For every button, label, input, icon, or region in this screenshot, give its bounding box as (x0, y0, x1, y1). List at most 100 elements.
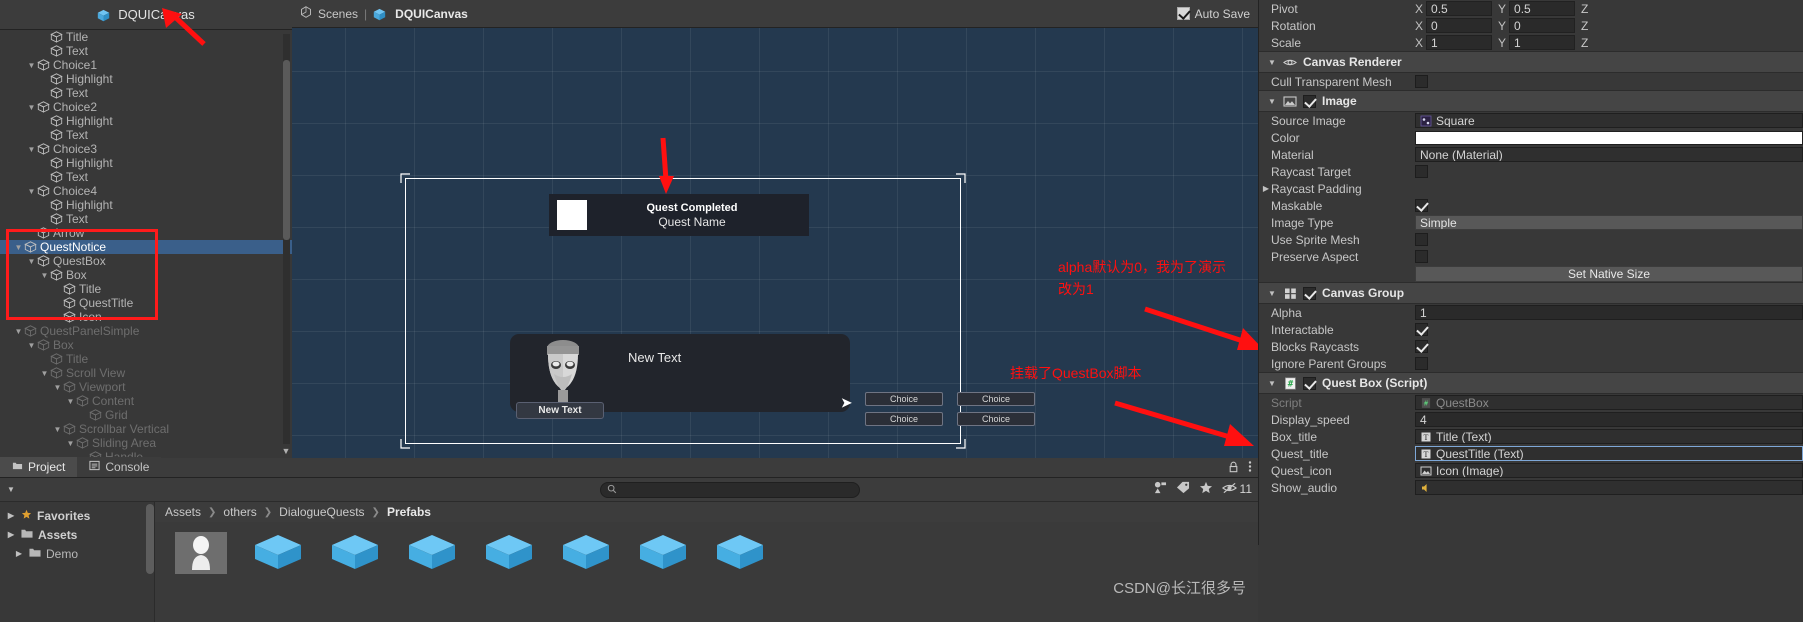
hierarchy-item-box[interactable]: ▼ Box (0, 268, 292, 282)
canvas-group-enabled-checkbox[interactable] (1303, 286, 1316, 300)
hierarchy-item-text[interactable]: Text (0, 86, 292, 100)
inspector-row-quest-title-object-field[interactable]: T QuestTitle (Text) (1415, 446, 1803, 461)
hierarchy-item-text[interactable]: Text (0, 128, 292, 142)
asset-item[interactable] (635, 532, 690, 574)
inspector-row-cull-transparent-mesh-checkbox[interactable] (1415, 75, 1428, 88)
foldout-open-icon[interactable]: ▼ (26, 145, 37, 154)
inspector-row-raycast-target-checkbox[interactable] (1415, 165, 1428, 178)
transform-scale-y-input[interactable]: 1 (1509, 35, 1576, 50)
hierarchy-item-questpanelsimple[interactable]: ▼ QuestPanelSimple (0, 324, 292, 338)
hierarchy-tree[interactable]: Title Text ▼ Choice1 Highlight Text ▼ Choi… (0, 30, 292, 458)
more-options-icon[interactable] (1248, 460, 1252, 476)
transform-pivot-x-input[interactable]: 0.5 (1426, 1, 1493, 16)
inspector-row-image-type-dropdown[interactable]: Simple (1415, 215, 1803, 230)
demo-foldout-icon[interactable]: ▶ (14, 549, 24, 558)
hierarchy-item-questtitle[interactable]: QuestTitle (0, 296, 292, 310)
hierarchy-item-text[interactable]: Text (0, 170, 292, 184)
hierarchy-item-title[interactable]: Title (0, 352, 292, 366)
inspector-row-maskable-checkbox[interactable] (1415, 199, 1428, 212)
inspector-row-quest-icon-object-field[interactable]: Icon (Image) (1415, 463, 1803, 478)
inspector-row-raycast-padding-foldout-icon[interactable]: ▶ (1261, 184, 1271, 193)
hierarchy-item-scrollbar-vertical[interactable]: ▼ Scrollbar Vertical (0, 422, 292, 436)
inspector-row-blocks-raycasts-checkbox[interactable] (1415, 340, 1428, 353)
breadcrumb-canvas[interactable]: DQUICanvas (395, 7, 468, 21)
favorites-foldout-icon[interactable]: ▶ (6, 511, 16, 520)
rect-handle-br[interactable] (955, 438, 966, 449)
foldout-open-icon[interactable]: ▼ (39, 271, 50, 280)
hierarchy-item-title[interactable]: Title (0, 30, 292, 44)
field-y[interactable]: Y 0.5 (1498, 1, 1576, 16)
inspector-row-show-audio-object-field[interactable] (1415, 480, 1803, 495)
assets-foldout-icon[interactable]: ▶ (6, 530, 16, 539)
tab-console[interactable]: Console (77, 457, 162, 477)
project-foldout-icon[interactable]: ▼ (6, 485, 16, 494)
dialogue-box[interactable]: New Text New Text ➤ Choice Choice Choice… (510, 334, 1035, 426)
asset-item[interactable] (327, 532, 382, 574)
rect-handle-bl[interactable] (400, 438, 411, 449)
hierarchy-item-box[interactable]: ▼ Box (0, 338, 292, 352)
inspector-row-use-sprite-mesh-checkbox[interactable] (1415, 233, 1428, 246)
asset-item[interactable] (558, 532, 613, 574)
hierarchy-item-questbox[interactable]: ▼ QuestBox (0, 254, 292, 268)
hierarchy-item-highlight[interactable]: Highlight (0, 156, 292, 170)
component-header-canvas-group[interactable]: ▼ Canvas Group (1259, 282, 1803, 304)
hierarchy-item-highlight[interactable]: Highlight (0, 198, 292, 212)
hierarchy-item-highlight[interactable]: Highlight (0, 72, 292, 86)
field-x[interactable]: X 0.5 (1415, 1, 1493, 16)
inspector-row-display-speed-input[interactable]: 4 (1415, 412, 1803, 427)
tab-project[interactable]: Project (0, 457, 78, 477)
image-foldout-icon[interactable]: ▼ (1267, 97, 1277, 106)
foldout-open-icon[interactable]: ▼ (26, 61, 37, 70)
inspector-row-script-object-field[interactable]: # QuestBox (1415, 395, 1803, 410)
hierarchy-item-choice1[interactable]: ▼ Choice1 (0, 58, 292, 72)
breadcrumb-scenes[interactable]: Scenes (318, 7, 358, 21)
foldout-open-icon[interactable]: ▼ (52, 425, 63, 434)
inspector-row-interactable-checkbox[interactable] (1415, 323, 1428, 336)
foldout-open-icon[interactable]: ▼ (26, 257, 37, 266)
breadcrumb-assets[interactable]: Assets (165, 505, 201, 519)
hierarchy-item-choice2[interactable]: ▼ Choice2 (0, 100, 292, 114)
sidebar-item-assets[interactable]: ▶ Assets (0, 525, 154, 544)
component-header-quest-box-script[interactable]: ▼ # Quest Box (Script) (1259, 372, 1803, 394)
auto-save-checkbox[interactable] (1176, 7, 1190, 20)
hierarchy-item-choice4[interactable]: ▼ Choice4 (0, 184, 292, 198)
hierarchy-item-grid[interactable]: Grid (0, 408, 292, 422)
dialogue-choice-4[interactable]: Choice (957, 412, 1035, 426)
image-enabled-checkbox[interactable] (1303, 94, 1316, 108)
foldout-open-icon[interactable]: ▼ (39, 369, 50, 378)
hierarchy-item-arrow[interactable]: Arrow (0, 226, 292, 240)
rect-handle-tl[interactable] (400, 173, 411, 184)
field-y[interactable]: Y1 (1498, 35, 1576, 50)
foldout-open-icon[interactable]: ▼ (52, 383, 63, 392)
inspector-row-source-image-object-field[interactable]: Square (1415, 113, 1803, 128)
foldout-open-icon[interactable]: ▼ (13, 327, 24, 336)
foldout-open-icon[interactable]: ▼ (65, 439, 76, 448)
asset-grid[interactable] (155, 522, 1258, 574)
canvas-renderer-foldout-icon[interactable]: ▼ (1267, 58, 1277, 67)
asset-item[interactable] (250, 532, 305, 574)
dialogue-choice-1[interactable]: Choice (865, 392, 943, 406)
breadcrumb-dialoguequests[interactable]: DialogueQuests (279, 505, 364, 519)
hierarchy-scroll-down-icon[interactable]: ▼ (281, 446, 291, 456)
breadcrumb-others[interactable]: others (223, 505, 256, 519)
hierarchy-item-text[interactable]: Text (0, 212, 292, 226)
sidebar-item-demo[interactable]: ▶ Demo (0, 544, 154, 563)
component-header-canvas-renderer[interactable]: ▼ Canvas Renderer (1259, 51, 1803, 73)
asset-item[interactable] (712, 532, 767, 574)
asset-item[interactable] (481, 532, 536, 574)
project-sidebar-scrollbar[interactable] (146, 504, 154, 574)
transform-pivot-y-input[interactable]: 0.5 (1509, 1, 1576, 16)
sidebar-item-favorites[interactable]: ▶ Favorites (0, 506, 154, 525)
field-x[interactable]: X0 (1415, 18, 1493, 33)
breadcrumb-prefabs[interactable]: Prefabs (387, 505, 431, 519)
inspector-row-box-title-object-field[interactable]: T Title (Text) (1415, 429, 1803, 444)
hierarchy-item-viewport[interactable]: ▼ Viewport (0, 380, 292, 394)
foldout-open-icon[interactable]: ▼ (26, 187, 37, 196)
foldout-open-icon[interactable]: ▼ (65, 397, 76, 406)
field-x[interactable]: X1 (1415, 35, 1493, 50)
transform-rotation-y-input[interactable]: 0 (1509, 18, 1576, 33)
hierarchy-item-title[interactable]: Title (0, 282, 292, 296)
transform-scale-x-input[interactable]: 1 (1426, 35, 1493, 50)
hierarchy-item-choice3[interactable]: ▼ Choice3 (0, 142, 292, 156)
hierarchy-item-questnotice[interactable]: ▼ QuestNotice (0, 240, 292, 254)
